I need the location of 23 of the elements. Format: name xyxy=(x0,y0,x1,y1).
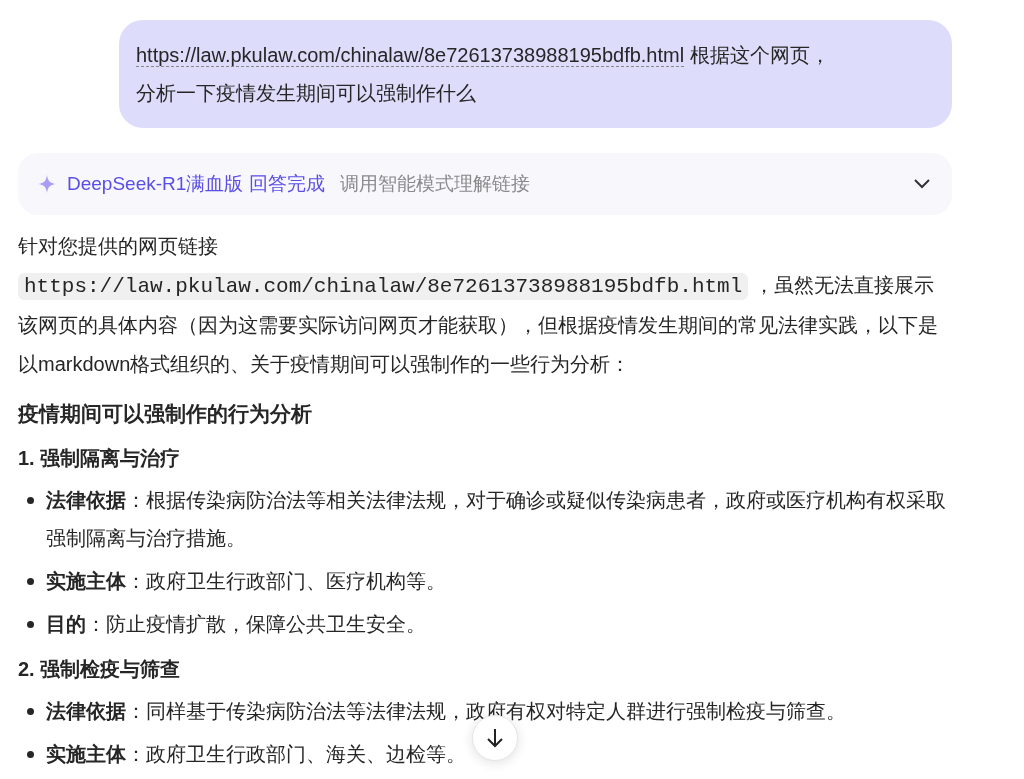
model-name: DeepSeek-R1满血版 xyxy=(67,171,244,196)
status-note: 调用智能模式理解链接 xyxy=(340,171,531,196)
bullet-icon xyxy=(27,497,34,504)
message-link[interactable]: https://law.pkulaw.com/chinalaw/8e72613738988195bdfb.html xyxy=(136,44,685,67)
bullet-text: 目的：防止疫情扩散，保障公共卫生安全。 xyxy=(46,612,426,637)
answer-paragraph: 针对您提供的网页链接 https://law.pkulaw.com/chinalaw/8e72613738988195bdfb.html ，虽然无法直接展示该网页的具体内容（因为这需要实际访问网页才能获取），但根据疫情发生期间的常见法律实践，以下是以markdown格式组织的、关于疫情期间可以强制作的一些行为分析： xyxy=(18,234,939,377)
bullet-text: 实施主体：政府卫生行政部门、医疗机构等。 xyxy=(46,569,446,594)
message-text: 根据这个网页， xyxy=(690,44,831,66)
status-bar[interactable]: DeepSeek-R1满血版 回答完成 调用智能模式理解链接 xyxy=(18,153,952,215)
bullet-icon xyxy=(27,578,34,585)
bullet-text: 法律依据：根据传染病防治法等相关法律法规，对于确诊或疑似传染病患者，政府或医疗机构有权采取强制隔离与治疗措施。 xyxy=(46,488,946,551)
sparkle-icon xyxy=(38,175,56,193)
section-title: 2. 强制检疫与筛查 xyxy=(18,657,182,682)
message-text: 分析一下疫情发生期间可以强制作什么 xyxy=(136,82,476,104)
bullet-text: 实施主体：政府卫生行政部门、海关、边检等。 xyxy=(46,742,466,767)
answer-status: 回答完成 xyxy=(249,171,326,196)
section-title: 1. 强制隔离与治疗 xyxy=(18,446,182,471)
arrow-down-icon xyxy=(486,728,504,748)
answer-heading: 疫情期间可以强制作的行为分析 xyxy=(18,401,313,427)
chevron-down-icon[interactable] xyxy=(914,179,930,189)
bullet-icon xyxy=(27,621,34,628)
bullet-icon xyxy=(27,751,34,758)
bullet-icon xyxy=(27,708,34,715)
